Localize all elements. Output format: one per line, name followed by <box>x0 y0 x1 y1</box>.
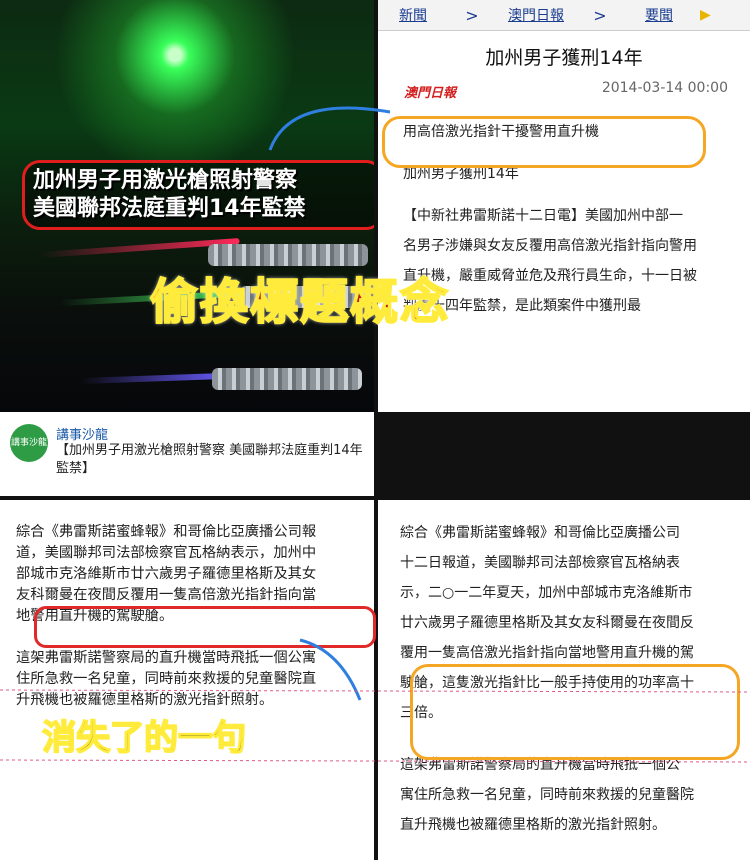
nav-link-headlines[interactable]: 要聞 <box>624 5 694 25</box>
article-line: 示，二○一二年夏天，加州中部城市克洛維斯市 <box>400 585 693 601</box>
social-post-card: 講事沙龍 講事沙龍 【加州男子用激光槍照射警察 美國聯邦法庭重判14年監禁】 <box>0 412 374 496</box>
article-line: 部城市克洛維斯市廿六歲男子羅德里格斯及其女 <box>16 566 317 582</box>
avatar[interactable]: 講事沙龍 <box>10 424 48 462</box>
article-body-line: 名男子涉嫌與女友反覆用高倍激光指針指向警用 <box>403 238 697 254</box>
article-line: 這架弗雷斯諾警察局的直升機當時飛抵一個公寓 <box>16 650 317 666</box>
article-line: 升飛機也被羅德里格斯的激光指針照射。 <box>16 692 274 708</box>
page-name[interactable]: 講事沙龍 <box>56 424 108 443</box>
blue-laser-beam <box>79 372 231 384</box>
blue-laser-pointer <box>212 368 362 390</box>
nav-link-news[interactable]: 新聞 <box>378 5 448 25</box>
article-line: 道，美國聯邦司法部檢察官瓦格納表示，加州中 <box>16 545 317 561</box>
article-body-line: 判處十四年監禁，是此類案件中獲刑最 <box>403 298 641 314</box>
photo-caption: 加州男子用激光槍照射警察 美國聯邦法庭重判14年監禁 <box>22 160 374 230</box>
article-line: 廿六歲男子羅德里格斯及其女友科爾曼在夜間反 <box>400 615 694 631</box>
missing-sentence-highlight <box>410 664 740 760</box>
newspaper-logo: 澳門日報 <box>404 86 457 101</box>
missing-line-highlight <box>34 606 376 648</box>
chevron-right-icon: > <box>593 5 607 25</box>
article-line: 覆用一隻高倍激光指針指向當地警用直升機的駕 <box>400 645 694 661</box>
article-line: 直升飛機也被羅德里格斯的激光指針照射。 <box>400 817 666 833</box>
post-text: 【加州男子用激光槍照射警察 美國聯邦法庭重判14年監禁】 <box>56 443 363 476</box>
chevron-right-icon: > <box>465 5 479 25</box>
article-line: 綜合《弗雷斯諾蜜蜂報》和哥倫比亞廣播公司 <box>400 525 680 541</box>
article-line: 寓住所急救一名兒童，同時前來救援的兒童醫院 <box>400 787 694 803</box>
overlay-title: 偷換標題概念 <box>149 273 451 331</box>
headline-highlight <box>382 116 706 168</box>
article-line: 住所急救一名兒童，同時前來救援的兒童醫院直 <box>16 671 317 687</box>
article-line: 友科爾曼在夜間反覆用一隻高倍激光指針指向當 <box>16 587 317 603</box>
article-line: 十二日報道，美國聯邦司法部檢察官瓦格納表 <box>400 555 680 571</box>
article-body-line: 【中新社弗雷斯諾十二日電】美國加州中部一 <box>403 208 683 224</box>
caption-line-2: 美國聯邦法庭重判14年監禁 <box>33 196 306 221</box>
news-page: 新聞 > 澳門日報 > 要聞 ▶ 加州男子獲刑14年 澳門日報 2014-03-… <box>378 0 750 412</box>
article-title: 加州男子獲刑14年 <box>485 47 643 69</box>
article-line: 綜合《弗雷斯諾蜜蜂報》和哥倫比亞廣播公司報 <box>16 524 317 540</box>
article-left: 綜合《弗雷斯諾蜜蜂報》和哥倫比亞廣播公司報 道，美國聯邦司法部檢察官瓦格納表示，… <box>0 500 374 860</box>
article-body-line: 直升機，嚴重威脅並危及飛行員生命，十一日被 <box>403 268 697 284</box>
overlay-missing-sentence: 消失了的一句 <box>41 717 247 759</box>
triangle-right-icon: ▶ <box>700 7 711 23</box>
nav-link-macao-daily[interactable]: 澳門日報 <box>496 5 576 25</box>
caption-line-1: 加州男子用激光槍照射警察 <box>33 168 298 193</box>
laser-photo: 加州男子用激光槍照射警察 美國聯邦法庭重判14年監禁 <box>0 0 374 412</box>
article-date: 2014-03-14 00:00 <box>601 80 728 96</box>
news-nav-bar: 新聞 > 澳門日報 > 要聞 ▶ <box>378 0 750 31</box>
